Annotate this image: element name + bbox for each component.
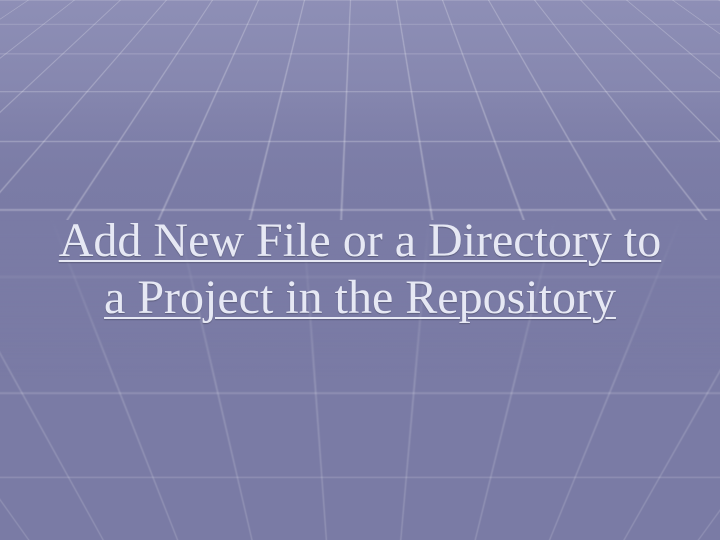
slide-title: Add New File or a Directory to a Project… bbox=[0, 213, 720, 326]
slide: Add New File or a Directory to a Project… bbox=[0, 0, 720, 540]
